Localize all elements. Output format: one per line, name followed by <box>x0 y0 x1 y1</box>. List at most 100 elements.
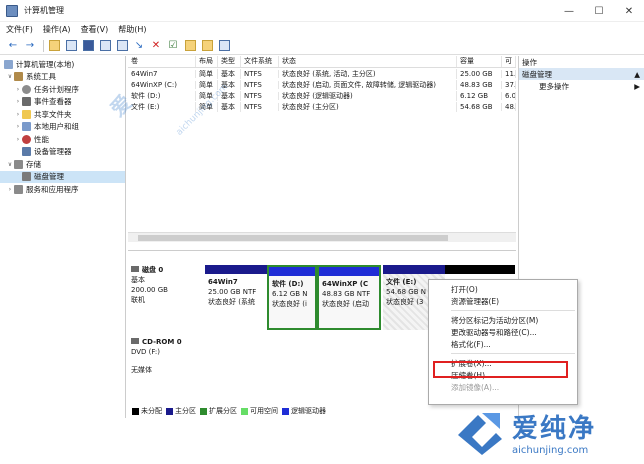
more-actions[interactable]: 更多操作 ▶ <box>519 80 644 92</box>
show-hide-tree-icon[interactable] <box>64 39 78 53</box>
disk-legend: 未分配 主分区 扩展分区 可用空间 逻辑驱动器 <box>130 406 326 416</box>
table-row[interactable]: 文件 (E:) 简单 基本 NTFS 状态良好 (主分区) 54.68 GB 4… <box>128 101 516 112</box>
delete-icon[interactable]: ✕ <box>149 39 163 53</box>
search-folder-icon[interactable] <box>183 39 197 53</box>
services-icon <box>14 184 23 194</box>
menu-action[interactable]: 操作(A) <box>43 24 71 35</box>
disk-0-info[interactable]: 磁盘 0 基本 200.00 GB 联机 <box>131 265 203 305</box>
more-actions-label: 更多操作 <box>539 81 569 91</box>
menu-item-change-drive-letter[interactable]: 更改驱动器号和路径(C)... <box>429 326 577 338</box>
cell-capacity: 48.83 GB <box>457 80 502 89</box>
partition-64winxp-c[interactable]: 64WinXP (C 48.83 GB NTF 状态良好 (启动 <box>317 265 381 330</box>
view-icon[interactable] <box>217 39 231 53</box>
help-icon[interactable] <box>98 39 112 53</box>
tree-item-computer-management[interactable]: 计算机管理(本地) <box>0 58 125 71</box>
check-icon[interactable]: ☑ <box>166 39 180 53</box>
tree-item-disk-management[interactable]: 磁盘管理 <box>0 170 125 183</box>
tree-item-services-apps[interactable]: › 服务和应用程序 <box>0 183 125 196</box>
tree-item-label: 服务和应用程序 <box>26 184 79 194</box>
menu-item-open[interactable]: 打开(O) <box>429 283 577 295</box>
navigation-tree: 计算机管理(本地) ∨ 系统工具 › 任务计划程序 › 事件查看器 › 共享文件… <box>0 56 126 418</box>
window-title: 计算机管理 <box>24 6 64 15</box>
cell-free: 6.0 <box>502 91 516 100</box>
tree-item-label: 任务计划程序 <box>34 84 79 94</box>
collapse-caret-icon[interactable]: › <box>6 186 14 193</box>
computer-management-icon <box>6 4 18 17</box>
collapse-caret-icon[interactable]: › <box>14 98 22 105</box>
menu-separator <box>451 353 575 354</box>
partition-bar <box>269 267 315 276</box>
shared-folder-icon <box>22 109 31 119</box>
cell-volume: 文件 (E:) <box>128 101 196 112</box>
back-arrow-icon[interactable]: ← <box>6 39 20 53</box>
column-header-volume[interactable]: 卷 <box>128 56 196 67</box>
actions-section-disk-management[interactable]: 磁盘管理 ▲ <box>519 68 644 80</box>
tree-item-storage[interactable]: ∨ 存储 <box>0 158 125 171</box>
collapse-up-icon[interactable]: ▲ <box>634 70 640 79</box>
tree-item-performance[interactable]: › 性能 <box>0 133 125 146</box>
tree-item-label: 事件查看器 <box>34 97 72 107</box>
horizontal-scrollbar[interactable] <box>128 232 516 242</box>
tree-item-system-tools[interactable]: ∨ 系统工具 <box>0 71 125 84</box>
expand-caret-icon[interactable]: ∨ <box>6 73 14 80</box>
tree-item-device-manager[interactable]: 设备管理器 <box>0 146 125 159</box>
volume-list-header: 卷 布局 类型 文件系统 状态 容量 可 <box>128 56 516 68</box>
partition-status: 状态良好 (系统 <box>208 298 255 306</box>
column-header-type[interactable]: 类型 <box>218 56 241 67</box>
volume-list: 卷 布局 类型 文件系统 状态 容量 可 64Win7 简单 基本 NTFS 状… <box>128 56 516 251</box>
chevron-right-icon: ▶ <box>634 81 640 91</box>
partition-name: 64WinXP (C <box>322 280 369 288</box>
tree-item-task-scheduler[interactable]: › 任务计划程序 <box>0 83 125 96</box>
partition-bar <box>383 265 445 274</box>
cell-filesystem: NTFS <box>241 91 279 100</box>
table-row[interactable]: 64WinXP (C:) 简单 基本 NTFS 状态良好 (启动, 页面文件, … <box>128 79 516 90</box>
table-row[interactable]: 软件 (D:) 简单 基本 NTFS 状态良好 (逻辑驱动器) 6.12 GB … <box>128 90 516 101</box>
menu-help[interactable]: 帮助(H) <box>118 24 146 35</box>
menu-file[interactable]: 文件(F) <box>6 24 33 35</box>
tree-item-shared-folders[interactable]: › 共享文件夹 <box>0 108 125 121</box>
column-header-filesystem[interactable]: 文件系统 <box>241 56 279 67</box>
tree-item-label: 本地用户和组 <box>34 122 79 132</box>
collapse-caret-icon[interactable]: › <box>14 123 22 130</box>
tree-item-label: 磁盘管理 <box>34 172 64 182</box>
partition-software-d[interactable]: 软件 (D:) 6.12 GB N 状态良好 (i <box>267 265 317 330</box>
legend-label: 扩展分区 <box>209 407 237 415</box>
partition-64win7[interactable]: 64Win7 25.00 GB NTF 状态良好 (系统 <box>205 265 267 330</box>
tree-item-label: 共享文件夹 <box>34 109 72 119</box>
disk-name: 磁盘 0 <box>142 266 164 274</box>
event-viewer-icon <box>22 97 31 107</box>
column-header-free[interactable]: 可 <box>502 56 516 67</box>
collapse-caret-icon[interactable]: › <box>14 86 22 93</box>
up-folder-icon[interactable] <box>47 39 61 53</box>
table-row[interactable]: 64Win7 简单 基本 NTFS 状态良好 (系统, 活动, 主分区) 25.… <box>128 68 516 79</box>
minimize-button[interactable]: — <box>554 0 584 22</box>
legend-label: 未分配 <box>141 407 162 415</box>
menu-item-mark-active[interactable]: 将分区标记为活动分区(M) <box>429 314 577 326</box>
cell-free: 48. <box>502 102 516 111</box>
expand-caret-icon[interactable]: ∨ <box>6 161 14 168</box>
actions-title: 操作 <box>522 57 537 67</box>
device-manager-icon <box>22 147 31 157</box>
list-view-icon[interactable] <box>115 39 129 53</box>
forward-arrow-icon[interactable]: → <box>23 39 37 53</box>
tree-item-local-users[interactable]: › 本地用户和组 <box>0 121 125 134</box>
connect-icon[interactable]: ↘ <box>132 39 146 53</box>
properties-icon[interactable] <box>81 39 95 53</box>
brand-url: aichunjing.com <box>512 445 589 456</box>
collapse-caret-icon[interactable]: › <box>14 111 22 118</box>
folder-icon[interactable] <box>200 39 214 53</box>
title-bar: 计算机管理 — ☐ ✕ <box>0 0 644 22</box>
maximize-button[interactable]: ☐ <box>584 0 614 22</box>
menu-item-explorer[interactable]: 资源管理器(E) <box>429 295 577 307</box>
column-header-layout[interactable]: 布局 <box>196 56 218 67</box>
tools-icon <box>14 72 23 82</box>
column-header-capacity[interactable]: 容量 <box>457 56 502 67</box>
menu-item-format[interactable]: 格式化(F)... <box>429 338 577 350</box>
partition-bar <box>319 267 379 276</box>
menu-view[interactable]: 查看(V) <box>81 24 109 35</box>
column-header-status[interactable]: 状态 <box>279 56 457 67</box>
scrollbar-thumb[interactable] <box>138 235 448 241</box>
cdrom-0-info[interactable]: CD-ROM 0 DVD (F:) 无媒体 <box>131 337 203 375</box>
close-button[interactable]: ✕ <box>614 0 644 22</box>
collapse-caret-icon[interactable]: › <box>14 136 22 143</box>
